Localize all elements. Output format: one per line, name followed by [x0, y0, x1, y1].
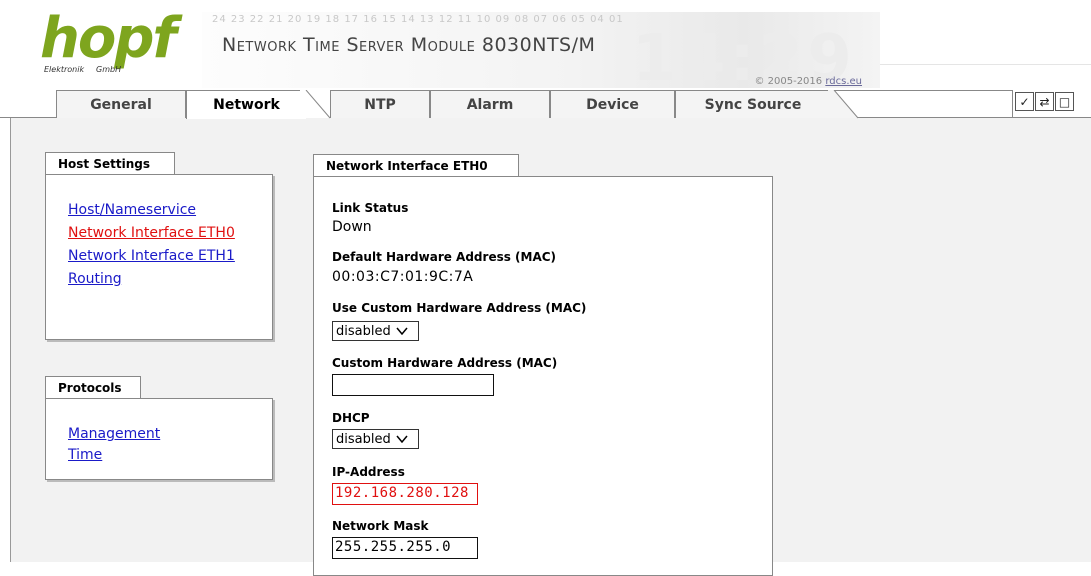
content-area: Host Settings Host/Nameservice Network I…	[10, 118, 1091, 576]
ip-address-label: IP-Address	[332, 465, 405, 479]
tab-alarm[interactable]: Alarm	[430, 90, 550, 118]
refresh-icon[interactable]: ⇄	[1035, 92, 1054, 111]
logo-subtitle-right: GmbH	[96, 65, 122, 74]
toolbar: ✓ ⇄ □	[1015, 92, 1074, 111]
network-mask-label: Network Mask	[332, 519, 429, 533]
host-settings-list: Host/Nameservice Network Interface ETH0 …	[68, 201, 258, 288]
dhcp-select[interactable]: disabled	[332, 429, 419, 449]
tab-device[interactable]: Device	[550, 90, 675, 118]
main-tab-bar: General Network NTP Alarm Device Sync So…	[0, 88, 1091, 119]
copyright-notice: © 2005-2016 rdcs.eu	[754, 76, 862, 87]
network-interface-form: Link Status Down Default Hardware Addres…	[313, 176, 773, 576]
use-custom-mac-selected: disabled	[336, 323, 391, 339]
nav-network-interface-eth1[interactable]: Network Interface ETH1	[68, 247, 258, 265]
chevron-down-icon	[396, 327, 408, 335]
header-divider	[880, 64, 1091, 65]
custom-mac-label: Custom Hardware Address (MAC)	[332, 356, 558, 370]
custom-mac-input[interactable]	[332, 374, 494, 396]
tab-general[interactable]: General	[56, 90, 186, 118]
header-banner: 24 23 22 21 20 19 18 17 16 15 14 13 12 1…	[202, 12, 880, 96]
protocols-panel: Management Time	[45, 398, 273, 480]
nav-network-interface-eth0[interactable]: Network Interface ETH0	[68, 224, 258, 242]
chevron-down-icon	[396, 435, 408, 443]
nav-routing[interactable]: Routing	[68, 270, 258, 288]
tab-network-slant	[300, 90, 331, 119]
logo-subtitle-left: Elektronik	[44, 65, 85, 74]
copyright-link[interactable]: rdcs.eu	[825, 76, 862, 87]
network-mask-input[interactable]: 255.255.255.0	[332, 537, 478, 559]
header: hopf Elektronik GmbH 24 23 22 21 20 19 1…	[0, 0, 1091, 96]
form-title: Network Interface ETH0	[313, 154, 519, 176]
dhcp-selected: disabled	[336, 431, 391, 447]
nav-host-nameservice[interactable]: Host/Nameservice	[68, 201, 258, 219]
tab-ntp[interactable]: NTP	[330, 90, 430, 118]
ip-address-input[interactable]: 192.168.280.128	[332, 483, 478, 505]
use-custom-mac-label: Use Custom Hardware Address (MAC)	[332, 301, 587, 315]
banner-digit-strip: 24 23 22 21 20 19 18 17 16 15 14 13 12 1…	[212, 14, 624, 25]
logo-wordmark: hopf	[40, 6, 177, 71]
hopf-logo: hopf Elektronik GmbH	[38, 6, 177, 80]
nav-time[interactable]: Time	[68, 446, 258, 464]
link-status-label: Link Status	[332, 201, 409, 215]
default-mac-label: Default Hardware Address (MAC)	[332, 250, 557, 264]
protocols-title: Protocols	[45, 376, 141, 398]
link-status-value: Down	[332, 219, 372, 235]
nav-management[interactable]: Management	[68, 425, 258, 443]
tab-sync-source[interactable]: Sync Source	[675, 90, 830, 118]
copyright-text: © 2005-2016	[754, 76, 826, 87]
dhcp-label: DHCP	[332, 411, 370, 425]
page-title: Network Time Server Module 8030NTS/M	[222, 34, 596, 56]
tab-sync-source-slant	[828, 90, 859, 119]
default-mac-value: 00:03:C7:01:9C:7A	[332, 269, 474, 285]
window-icon[interactable]: □	[1055, 92, 1074, 111]
tab-network[interactable]: Network	[186, 90, 306, 119]
host-settings-panel: Host/Nameservice Network Interface ETH0 …	[45, 174, 273, 340]
host-settings-title: Host Settings	[45, 152, 175, 174]
tab-bar-top-edge	[834, 90, 1012, 91]
use-custom-mac-select[interactable]: disabled	[332, 321, 419, 341]
tab-bar-right-edge	[1012, 90, 1013, 118]
protocols-list: Management Time	[68, 425, 258, 464]
check-icon[interactable]: ✓	[1015, 92, 1034, 111]
